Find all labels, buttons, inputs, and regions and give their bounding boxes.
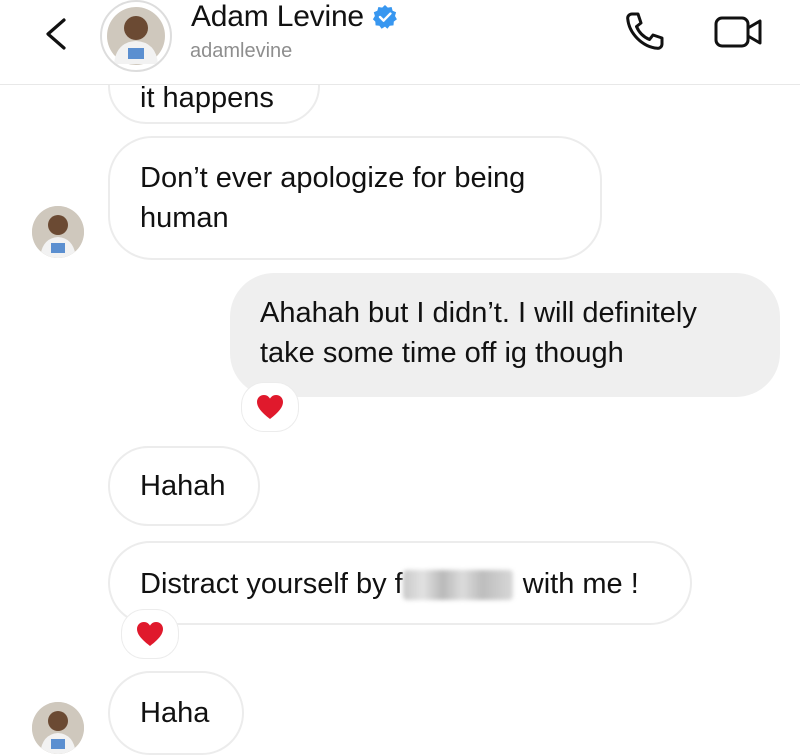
chat-header: Adam Levine adamlevine <box>0 0 800 85</box>
voice-call-button[interactable] <box>622 8 668 54</box>
video-call-button[interactable] <box>712 10 768 54</box>
avatar-photo-icon <box>107 7 165 65</box>
back-button[interactable] <box>36 12 76 56</box>
message-thread: it happens Don’t ever apologize for bein… <box>0 0 800 755</box>
heart-reaction[interactable] <box>122 610 178 658</box>
message-text: Ahahah but I didn’t. I will definitely t… <box>260 297 697 369</box>
message-bubble-incoming[interactable]: Hahah <box>108 446 260 526</box>
heart-icon <box>257 395 283 419</box>
video-camera-icon <box>714 16 762 48</box>
message-text: Haha <box>140 697 210 729</box>
sender-avatar[interactable] <box>32 206 84 258</box>
avatar-photo-icon <box>32 206 84 258</box>
contact-name-row[interactable]: Adam Levine <box>191 0 398 34</box>
avatar-photo-icon <box>32 702 84 754</box>
sender-avatar[interactable] <box>32 702 84 754</box>
message-text: it happens <box>140 82 274 114</box>
message-text: Don’t ever apologize for being human <box>140 162 526 234</box>
heart-reaction[interactable] <box>242 383 298 431</box>
censored-word <box>402 570 513 601</box>
message-bubble-incoming[interactable]: Haha <box>108 671 244 755</box>
message-bubble-incoming[interactable]: Don’t ever apologize for being human <box>108 136 602 260</box>
heart-icon <box>137 622 163 646</box>
contact-name: Adam Levine <box>191 0 364 33</box>
phone-icon <box>626 12 664 50</box>
message-text-end: with me ! <box>514 568 639 600</box>
profile-avatar[interactable] <box>100 0 172 72</box>
verified-badge-icon <box>372 5 397 29</box>
contact-handle: adamlevine <box>190 40 293 62</box>
message-text: Hahah <box>140 470 226 502</box>
message-bubble-incoming[interactable]: Distract yourself by f with me ! <box>108 541 692 625</box>
message-bubble-outgoing[interactable]: Ahahah but I didn’t. I will definitely t… <box>230 273 780 397</box>
message-text-start: Distract yourself by f <box>140 568 403 600</box>
chevron-left-icon <box>46 18 66 50</box>
